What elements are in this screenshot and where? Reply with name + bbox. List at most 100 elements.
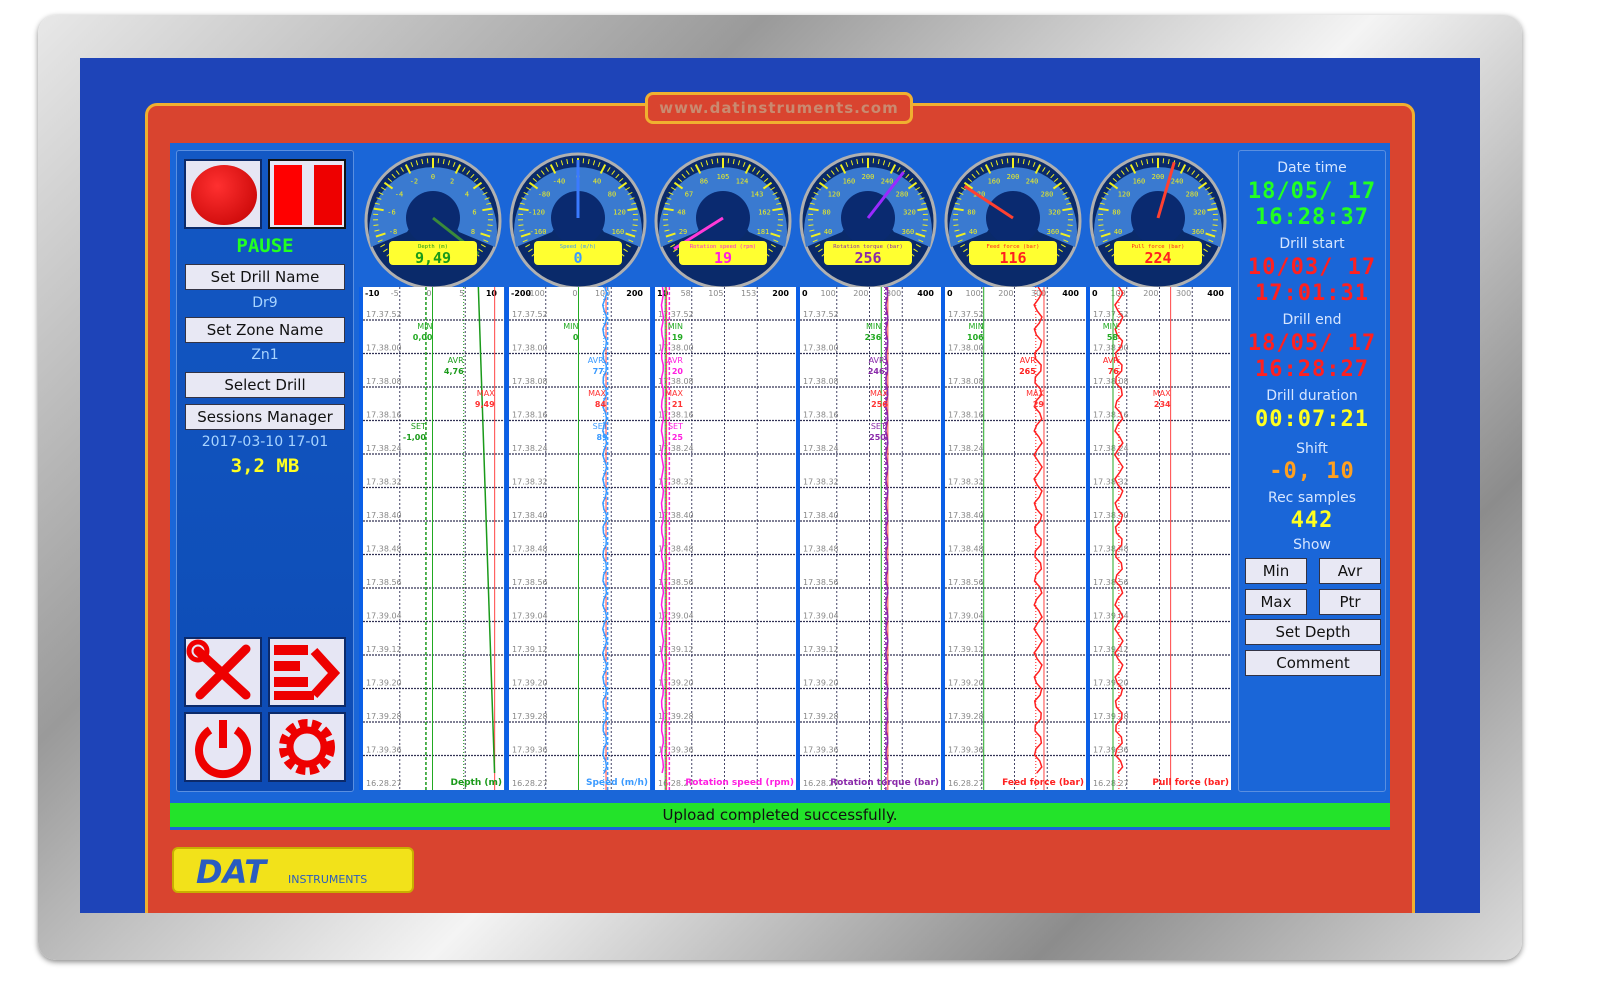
- time-label: 17.38.24: [366, 444, 402, 453]
- sessions-manager-button[interactable]: Sessions Manager: [185, 404, 345, 430]
- drill-end-label: Drill end: [1282, 312, 1342, 328]
- set-label: SET: [411, 422, 426, 431]
- gauge-tick-label: 80: [822, 208, 830, 216]
- time-label: 17.38.24: [803, 444, 839, 453]
- axis-tick-label: 58: [681, 289, 691, 298]
- chart-svg: 17.37.5217.38.0017.38.0817.38.1617.38.24…: [945, 287, 1086, 790]
- axis-tick-label: 153: [741, 289, 756, 298]
- axis-tick-label: -10: [365, 289, 380, 298]
- power-button[interactable]: [184, 712, 262, 782]
- avr-value: 77: [593, 367, 604, 376]
- time-label: 17.38.48: [948, 545, 984, 554]
- max-label: MAX: [665, 389, 683, 398]
- gauge-tick-label: 320: [1048, 208, 1061, 216]
- time-label: 17.38.00: [948, 344, 984, 353]
- time-label: 16.28.27: [948, 779, 984, 788]
- axis-tick-label: 100: [965, 289, 980, 298]
- time-label: 17.38.40: [366, 511, 402, 520]
- time-label: 17.38.08: [658, 377, 694, 386]
- time-label: 17.39.36: [512, 746, 548, 755]
- gauge-tick-label: 40: [1114, 228, 1122, 236]
- time-label: 17.38.16: [948, 411, 984, 420]
- gauge-tick-label: 8: [471, 228, 475, 236]
- gear-icon: [279, 719, 335, 775]
- pause-button[interactable]: [268, 159, 346, 229]
- comment-button[interactable]: Comment: [1245, 650, 1381, 676]
- time-label: 16.28.27: [1093, 779, 1129, 788]
- time-label: 17.39.20: [366, 679, 402, 688]
- gauge-tick-label: 29: [679, 228, 687, 236]
- gauge-tick-label: 160: [1133, 178, 1146, 186]
- gauge-tick-label: 240: [1171, 178, 1184, 186]
- time-label: 17.38.48: [1093, 545, 1129, 554]
- gauge-tick-label: 181: [757, 228, 770, 236]
- time-label: 17.38.40: [948, 511, 984, 520]
- time-label: 17.38.16: [366, 411, 402, 420]
- time-label: 17.39.20: [948, 679, 984, 688]
- gauge-tick: [487, 224, 493, 227]
- max-value: 256: [871, 400, 888, 409]
- gauge-tick-label: 240: [1026, 178, 1039, 186]
- time-label: 17.37.52: [512, 310, 548, 319]
- show-max-button[interactable]: Max: [1245, 589, 1307, 615]
- record-button[interactable]: [184, 159, 262, 229]
- show-ptr-button[interactable]: Ptr: [1319, 589, 1381, 615]
- chart-svg: 17.37.5217.38.0017.38.0817.38.1617.38.24…: [800, 287, 941, 790]
- chart-title: Rotation speed (rpm): [685, 778, 794, 788]
- show-min-button[interactable]: Min: [1245, 558, 1307, 584]
- tools-button[interactable]: [184, 637, 262, 707]
- settings-button[interactable]: [268, 712, 346, 782]
- chart-feed-force-bar: 17.37.52 17.38.00 17.38.08 17.38.16 17.38.24…: [941, 287, 1086, 790]
- gauge-tick-label: 360: [1192, 228, 1205, 236]
- set-drill-name-button[interactable]: Set Drill Name: [185, 264, 345, 290]
- avr-label: AVR: [588, 356, 604, 365]
- chart-rotation-torque-bar: 17.37.52 17.38.00 17.38.08 17.38.16 17.38.24…: [796, 287, 941, 790]
- time-label: 17.38.32: [512, 478, 548, 487]
- export-button[interactable]: [268, 637, 346, 707]
- gauge-tick: [373, 224, 379, 227]
- show-avr-button[interactable]: Avr: [1319, 558, 1381, 584]
- set-label: SET: [593, 422, 608, 431]
- time-label: 17.38.08: [803, 377, 839, 386]
- gauge: -200-160-120-80-4004080120160200Speed (m…: [509, 152, 647, 290]
- gauge-tick: [518, 224, 524, 227]
- axis-tick-label: 200: [772, 289, 789, 298]
- time-label: 17.38.32: [658, 478, 694, 487]
- drill-start-date: 10/03/ 17: [1247, 255, 1377, 280]
- drill-end-date: 18/05/ 17: [1247, 331, 1377, 356]
- time-label: 17.37.52: [803, 310, 839, 319]
- axis-tick-label: 200: [853, 289, 868, 298]
- time-label: 17.38.00: [803, 344, 839, 353]
- gauge-tick-label: -2: [410, 178, 418, 186]
- time-label: 17.38.40: [512, 511, 548, 520]
- min-label: MIN: [1103, 322, 1118, 331]
- drill-duration-label: Drill duration: [1266, 388, 1358, 404]
- time-label: 17.39.36: [803, 746, 839, 755]
- time-label: 17.38.08: [948, 377, 984, 386]
- set-depth-button[interactable]: Set Depth: [1245, 619, 1381, 645]
- gauge-value: 256: [854, 249, 881, 267]
- time-label: 17.38.48: [366, 545, 402, 554]
- gauge-tick-label: -6: [387, 208, 395, 216]
- gauge-tick-label: 280: [896, 190, 909, 198]
- select-drill-button[interactable]: Select Drill: [185, 372, 345, 398]
- gauge-value: 0: [573, 249, 582, 267]
- axis-tick-label: 400: [917, 289, 934, 298]
- time-label: 16.28.27: [366, 779, 402, 788]
- avr-value: 76: [1108, 367, 1120, 376]
- min-label: MIN: [417, 322, 432, 331]
- avr-label: AVR: [1103, 356, 1119, 365]
- chart-title: Pull force (bar): [1152, 778, 1229, 788]
- time-label: 17.38.24: [512, 444, 548, 453]
- drill-name: Dr9: [252, 295, 278, 311]
- chart-svg: 17.37.5217.38.0017.38.0817.38.1617.38.24…: [655, 287, 796, 790]
- set-zone-name-button[interactable]: Set Zone Name: [185, 317, 345, 343]
- avr-value: 265: [1019, 367, 1036, 376]
- avr-label: AVR: [667, 356, 683, 365]
- chart-svg: 17.37.5217.38.0017.38.0817.38.1617.38.24…: [363, 287, 504, 790]
- time-label: 17.38.08: [366, 377, 402, 386]
- gauge-tick: [953, 224, 959, 227]
- time-label: 17.38.00: [366, 344, 402, 353]
- axis-tick-label: 0: [572, 289, 577, 298]
- data-trace: [477, 287, 496, 774]
